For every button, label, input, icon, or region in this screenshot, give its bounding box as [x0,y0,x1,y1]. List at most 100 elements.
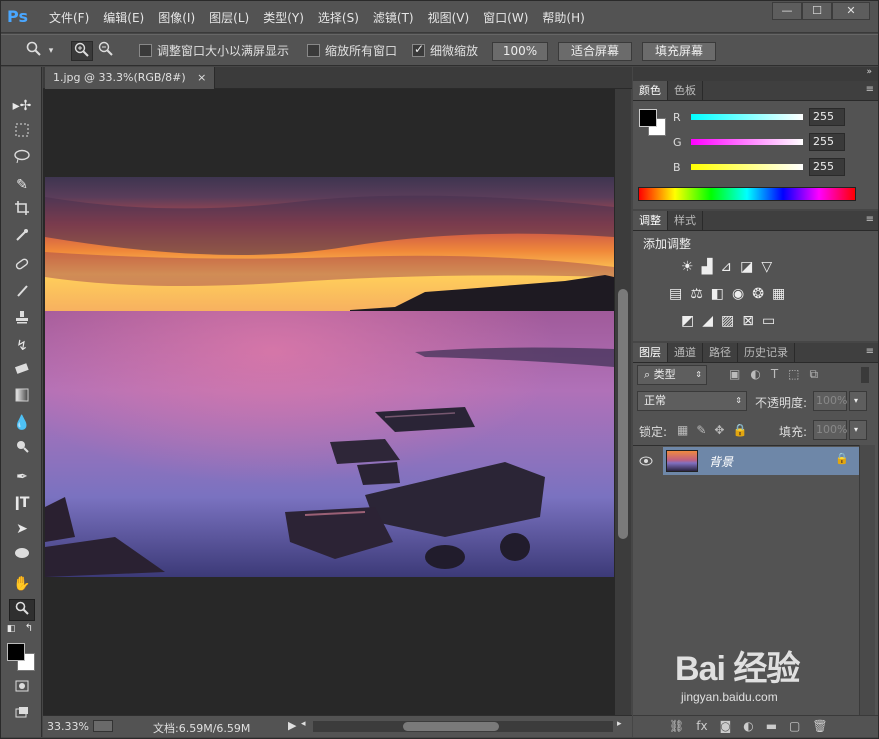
layer-name[interactable]: 背景 [709,453,733,470]
smart-object-filter-icon[interactable]: ⧉ [810,367,819,382]
add-mask-icon[interactable]: ◙ [720,719,732,733]
lock-all-icon[interactable]: 🔒 [732,423,747,437]
path-selection-tool-icon[interactable]: ➤ [9,518,35,540]
dodge-tool-icon[interactable] [9,438,35,460]
panel-menu-icon[interactable]: ≡ [866,84,874,95]
marquee-tool-icon[interactable] [9,122,35,144]
blend-mode-dropdown[interactable]: 正常 ⇕ [637,391,747,411]
scroll-left-icon[interactable]: ◂ [301,719,306,729]
type-filter-icon[interactable]: T [771,367,778,382]
green-slider[interactable] [691,139,803,145]
delete-layer-icon[interactable]: 🗑 [812,719,827,733]
zoom-out-icon[interactable] [95,41,117,61]
selective-color-icon[interactable]: ▭ [762,313,775,329]
invert-icon[interactable]: ◩ [681,313,694,329]
zoom-all-checkbox[interactable] [307,44,320,57]
menu-view[interactable]: 视图(V) [428,9,478,26]
horizontal-scrollbar[interactable] [313,721,613,732]
zoom-tool-preset-icon[interactable] [23,41,45,61]
brightness-icon[interactable]: ☀ [681,259,694,275]
exposure-icon[interactable]: ◪ [740,259,753,275]
document-tab[interactable]: 1.jpg @ 33.3%(RGB/8#) × [45,67,216,89]
black-white-icon[interactable]: ◧ [711,286,724,302]
zoom-in-icon[interactable] [71,41,93,61]
collapse-panels-icon[interactable]: » [866,67,872,77]
tab-adjustments[interactable]: 调整 [633,211,668,230]
posterize-icon[interactable]: ◢ [702,313,713,329]
resize-windows-option[interactable]: 调整窗口大小以满屏显示 [139,42,289,59]
status-menu-arrow-icon[interactable]: ▶ [288,719,296,732]
layer-row-background[interactable]: 背景 🔒 [663,447,859,475]
menu-filter[interactable]: 滤镜(T) [373,9,422,26]
red-value[interactable]: 255 [809,108,845,126]
levels-icon[interactable]: ▟ [702,259,713,275]
eraser-tool-icon[interactable] [9,360,35,382]
zoom-tool-icon[interactable] [9,599,35,621]
layer-filter-dropdown[interactable]: ⌕ 类型 ⇕ [637,365,707,385]
clone-stamp-tool-icon[interactable] [9,309,35,331]
scroll-right-icon[interactable]: ▸ [617,719,622,729]
maximize-button[interactable]: ☐ [802,2,832,20]
canvas-area[interactable] [43,89,615,715]
tab-styles[interactable]: 样式 [668,211,703,230]
fill-chevron-icon[interactable]: ▾ [849,420,867,440]
menu-window[interactable]: 窗口(W) [483,9,536,26]
color-lookup-icon[interactable]: ▦ [772,286,785,302]
eyedropper-tool-icon[interactable] [9,227,35,249]
color-spectrum-bar[interactable] [638,187,856,201]
ellipse-tool-icon[interactable] [9,544,35,566]
menu-layer[interactable]: 图层(L) [209,9,257,26]
pen-tool-icon[interactable]: ✒ [9,466,35,488]
close-tab-icon[interactable]: × [197,71,206,84]
layer-visibility-eye-icon[interactable] [639,455,653,466]
tab-layers[interactable]: 图层 [633,343,668,362]
lock-pixels-icon[interactable]: ✎ [696,423,706,437]
tab-channels[interactable]: 通道 [668,343,703,362]
screen-mode-icon[interactable] [9,703,35,725]
menu-file[interactable]: 文件(F) [49,9,97,26]
history-brush-tool-icon[interactable]: ↯ [9,335,35,357]
tab-color[interactable]: 颜色 [633,81,668,100]
blue-slider[interactable] [691,164,803,170]
tab-swatches[interactable]: 色板 [668,81,703,100]
minimize-button[interactable]: — [772,2,802,20]
panel-menu-icon[interactable]: ≡ [866,214,874,225]
adjustment-filter-icon[interactable]: ◐ [750,367,760,382]
zoom-level[interactable]: 33.33% [47,720,89,733]
lasso-tool-icon[interactable] [9,148,35,170]
lock-position-icon[interactable]: ✥ [714,423,724,437]
status-icon[interactable] [93,720,113,732]
green-value[interactable]: 255 [809,133,845,151]
shape-filter-icon[interactable]: ⬚ [788,367,799,382]
close-button[interactable]: ✕ [832,2,870,20]
fit-screen-button[interactable]: 适合屏幕 [558,42,632,61]
horizontal-scrollbar-thumb[interactable] [403,722,499,731]
tab-paths[interactable]: 路径 [703,343,738,362]
layers-scrollbar[interactable] [859,445,875,715]
red-slider[interactable] [691,114,803,120]
healing-brush-tool-icon[interactable] [9,256,35,278]
fx-icon[interactable]: fx [696,719,707,733]
scrubby-zoom-checkbox[interactable] [412,42,425,57]
menu-select[interactable]: 选择(S) [318,9,367,26]
document-image[interactable] [45,177,614,577]
quick-mask-icon[interactable] [9,677,35,699]
menu-help[interactable]: 帮助(H) [542,9,592,26]
panel-menu-icon[interactable]: ≡ [866,346,874,357]
crop-tool-icon[interactable] [9,200,35,222]
move-tool-icon[interactable]: ▸✢ [9,95,35,117]
chevron-down-icon[interactable]: ▾ [45,41,57,61]
vertical-scrollbar[interactable] [615,89,631,715]
resize-windows-checkbox[interactable] [139,44,152,57]
blue-value[interactable]: 255 [809,158,845,176]
blur-tool-icon[interactable]: 💧 [9,412,35,434]
zoom-100-button[interactable]: 100% [492,42,548,61]
new-adjustment-icon[interactable]: ◐ [743,719,753,733]
fg-color-swatch[interactable] [639,109,657,127]
pixel-filter-icon[interactable]: ▣ [729,367,740,382]
hue-saturation-icon[interactable]: ▤ [669,286,682,302]
hand-tool-icon[interactable]: ✋ [9,573,35,595]
fill-input[interactable]: 100% [813,420,847,440]
tab-history[interactable]: 历史记录 [738,343,795,362]
channel-mixer-icon[interactable]: ❂ [752,286,764,302]
